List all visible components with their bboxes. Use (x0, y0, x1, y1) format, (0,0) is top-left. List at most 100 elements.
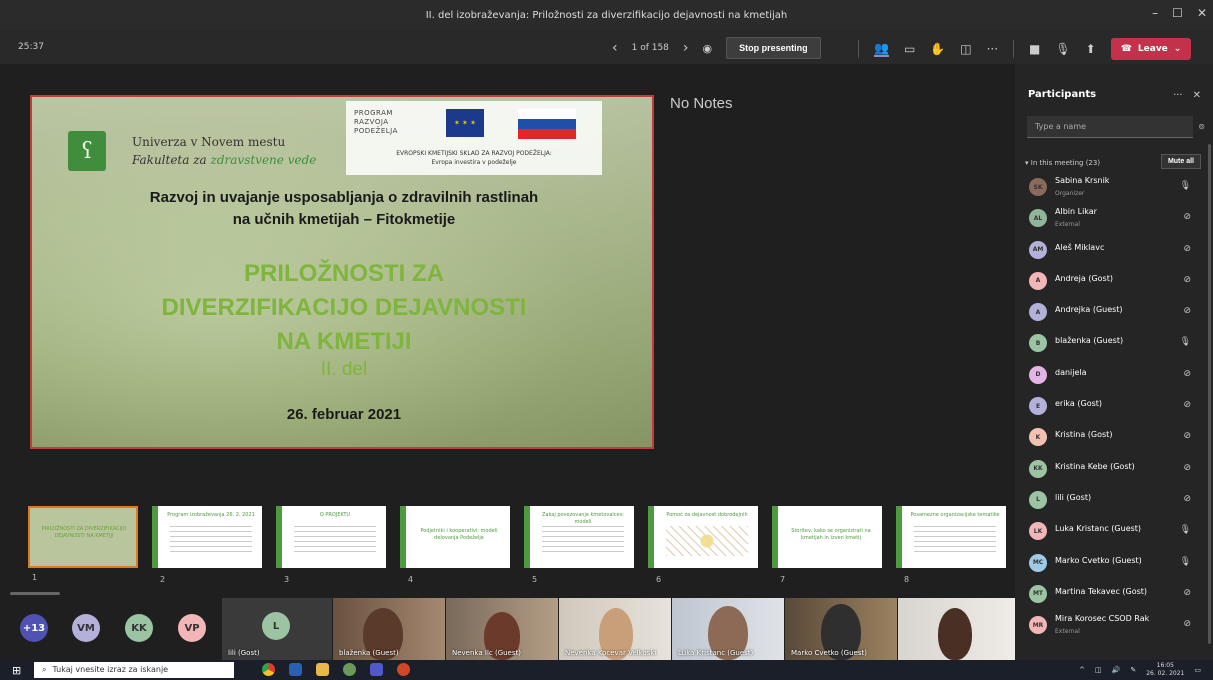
mic-off-icon[interactable]: ⊘ (1183, 619, 1191, 629)
tile-label: Luka Kristanc (Guest) (678, 649, 754, 657)
taskbar-search-input[interactable]: ⌕ Tukaj vnesite izraz za iskanje (34, 662, 234, 678)
powerpoint-icon[interactable] (397, 663, 410, 676)
eye-icon[interactable]: ◉ (703, 42, 713, 55)
participant-row[interactable]: A Andreja (Gost) ⊘ (1015, 266, 1213, 297)
breakout-rooms-icon[interactable]: ◫ (960, 42, 971, 56)
slide-thumbnail[interactable]: Zakaj povezovanje kmetovalcev: modeli 5 (524, 506, 634, 584)
mute-all-button[interactable]: Mute all (1160, 154, 1201, 169)
mic-off-icon[interactable]: ⊘ (1183, 212, 1191, 222)
slide-thumbnail[interactable]: Pomoč za dejavnost dobrodejnih 6 (648, 506, 758, 584)
meeting-section-header[interactable]: ▾ In this meeting (23) (1025, 159, 1100, 167)
mic-off-icon[interactable]: ⊘ (1183, 400, 1191, 410)
clock-time: 16:05 (1156, 662, 1174, 669)
chrome-icon[interactable] (262, 663, 275, 676)
minimize-icon[interactable]: – (1152, 6, 1158, 20)
chevron-down-icon[interactable]: ⌄ (1174, 44, 1182, 54)
participant-row[interactable]: LK Luka Kristanc (Guest) 🎙 (1015, 516, 1213, 547)
mic-on-icon[interactable]: 🎙 (1180, 181, 1191, 191)
share-invite-icon[interactable]: ⊚ (1198, 122, 1205, 131)
mic-on-icon[interactable]: 🎙 (1180, 557, 1191, 567)
mic-off-icon[interactable]: ⊘ (1183, 306, 1191, 316)
participant-row[interactable]: Llili (Gost) ⊘ (1015, 485, 1213, 516)
mic-icon[interactable]: 🎙 (1055, 42, 1070, 56)
participant-row[interactable]: MC Marko Cvetko (Guest) 🎙 (1015, 548, 1213, 579)
close-icon[interactable]: ✕ (1197, 6, 1207, 20)
self-video-tile[interactable]: L lili (Gost) (222, 598, 332, 660)
mic-off-icon[interactable]: ⊘ (1183, 463, 1191, 473)
participant-row[interactable]: SK Sabina Krsnik Organizer 🎙 (1015, 172, 1213, 203)
participant-row[interactable]: Bblaženka (Guest) 🎙 (1015, 328, 1213, 359)
slide-thumbnail[interactable]: Posamezne organizacijske tematike 8 (896, 506, 1006, 584)
slide-thumbnail[interactable]: Podjetniki i kooperativi: modeli delovan… (400, 506, 510, 584)
participant-search-input[interactable]: Type a name (1027, 116, 1193, 138)
windows-start-icon[interactable]: ⊞ (12, 664, 21, 677)
participant-avatar[interactable]: VP (178, 614, 206, 642)
mic-off-icon[interactable]: ⊘ (1183, 588, 1191, 598)
participant-avatar: LK (1029, 522, 1047, 541)
participant-row[interactable]: Eerika (Gost) ⊘ (1015, 391, 1213, 422)
participant-avatar: MC (1029, 553, 1047, 572)
video-tile[interactable] (898, 598, 1015, 660)
chat-icon[interactable]: ▭ (904, 42, 915, 56)
participant-avatar[interactable]: KK (125, 614, 153, 642)
panel-scrollbar[interactable] (1208, 144, 1211, 644)
thumbnail-title: Posamezne organizacijske tematike (910, 512, 1000, 518)
camera-icon[interactable]: ■ (1029, 42, 1040, 56)
leave-button[interactable]: ☎ Leave ⌄ (1110, 38, 1192, 60)
participant-row[interactable]: Ddanijela ⊘ (1015, 360, 1213, 391)
participant-avatar[interactable]: VM (72, 614, 100, 642)
maximize-icon[interactable]: ☐ (1172, 6, 1183, 20)
word-icon[interactable] (289, 663, 302, 676)
video-tile[interactable]: Marko Cvetko (Guest) (785, 598, 897, 660)
slide-thumbnail[interactable]: Storitev, kako se organizirati na kmetij… (772, 506, 882, 584)
slide-thumbnail[interactable]: Program izobraževanja 26. 2. 2021 2 (152, 506, 262, 584)
file-explorer-icon[interactable] (316, 663, 329, 676)
participant-row[interactable]: MR Mira Korosec CSOD Rak External ⊘ (1015, 610, 1213, 641)
stop-presenting-button[interactable]: Stop presenting (726, 37, 821, 59)
video-tile[interactable]: Nevenka Kocevar Velkoski (559, 598, 671, 660)
volume-icon[interactable]: 🔊 (1112, 666, 1121, 674)
video-tile[interactable]: blaženka (Guest) (333, 598, 445, 660)
prev-slide-icon[interactable]: ‹ (612, 40, 618, 56)
thumbnail-title: Pomoč za dejavnost dobrodejnih (666, 512, 748, 518)
slide-thumbnail[interactable]: O PROJEKTU 3 (276, 506, 386, 584)
speaker-notes: No Notes (670, 95, 733, 112)
overflow-participants-avatar[interactable]: +13 (20, 614, 48, 642)
taskbar-clock[interactable]: 16:05 26. 02. 2021 (1146, 662, 1184, 678)
tile-label: blaženka (Guest) (339, 649, 399, 657)
participant-row[interactable]: A Andrejka (Guest) ⊘ (1015, 297, 1213, 328)
participant-row[interactable]: AM Aleš Miklavc ⊘ (1015, 235, 1213, 266)
network-icon[interactable]: ◫ (1095, 666, 1102, 674)
raise-hand-icon[interactable]: ✋ (930, 42, 945, 56)
tray-chevron-icon[interactable]: ^ (1079, 666, 1085, 674)
mic-off-icon[interactable]: ⊘ (1183, 494, 1191, 504)
tile-label: Marko Cvetko (Guest) (791, 649, 867, 657)
video-tile[interactable]: Nevenka Ilc (Guest) (446, 598, 558, 660)
mic-on-icon[interactable]: 🎙 (1180, 525, 1191, 535)
thumbnail-number: 5 (532, 575, 538, 584)
mic-on-icon[interactable]: 🎙 (1180, 337, 1191, 347)
notifications-icon[interactable]: ▭ (1194, 666, 1201, 674)
video-tile[interactable]: Luka Kristanc (Guest) (672, 598, 784, 660)
next-slide-icon[interactable]: › (683, 40, 689, 56)
more-icon[interactable]: ··· (1173, 90, 1183, 101)
mic-off-icon[interactable]: ⊘ (1183, 431, 1191, 441)
participant-row[interactable]: AL Albin Likar External ⊘ (1015, 203, 1213, 234)
mic-off-icon[interactable]: ⊘ (1183, 369, 1191, 379)
participants-icon[interactable]: 👥 (874, 41, 889, 57)
faculty-line: Fakulteta za zdravstvene vede (132, 151, 316, 169)
thumbnails-scrollbar[interactable] (10, 592, 60, 595)
participant-row[interactable]: K Kristina (Gost) ⊘ (1015, 422, 1213, 453)
thumbnail-number: 2 (160, 575, 166, 584)
more-icon[interactable]: ··· (987, 42, 998, 56)
mic-off-icon[interactable]: ⊘ (1183, 275, 1191, 285)
mic-off-icon[interactable]: ⊘ (1183, 244, 1191, 254)
participant-row[interactable]: KK Kristina Kebe (Gost) ⊘ (1015, 454, 1213, 485)
pen-icon[interactable]: ✎ (1130, 666, 1136, 674)
slide-thumbnail[interactable]: PRILOŽNOSTI ZA DIVERZIFIKACIJO DEJAVNOST… (28, 506, 138, 582)
app-icon[interactable] (343, 663, 356, 676)
participant-row[interactable]: MT Martina Tekavec (Gost) ⊘ (1015, 579, 1213, 610)
share-icon[interactable]: ⬆ (1086, 42, 1096, 56)
close-icon[interactable]: ✕ (1193, 90, 1201, 101)
teams-icon[interactable] (370, 663, 383, 676)
